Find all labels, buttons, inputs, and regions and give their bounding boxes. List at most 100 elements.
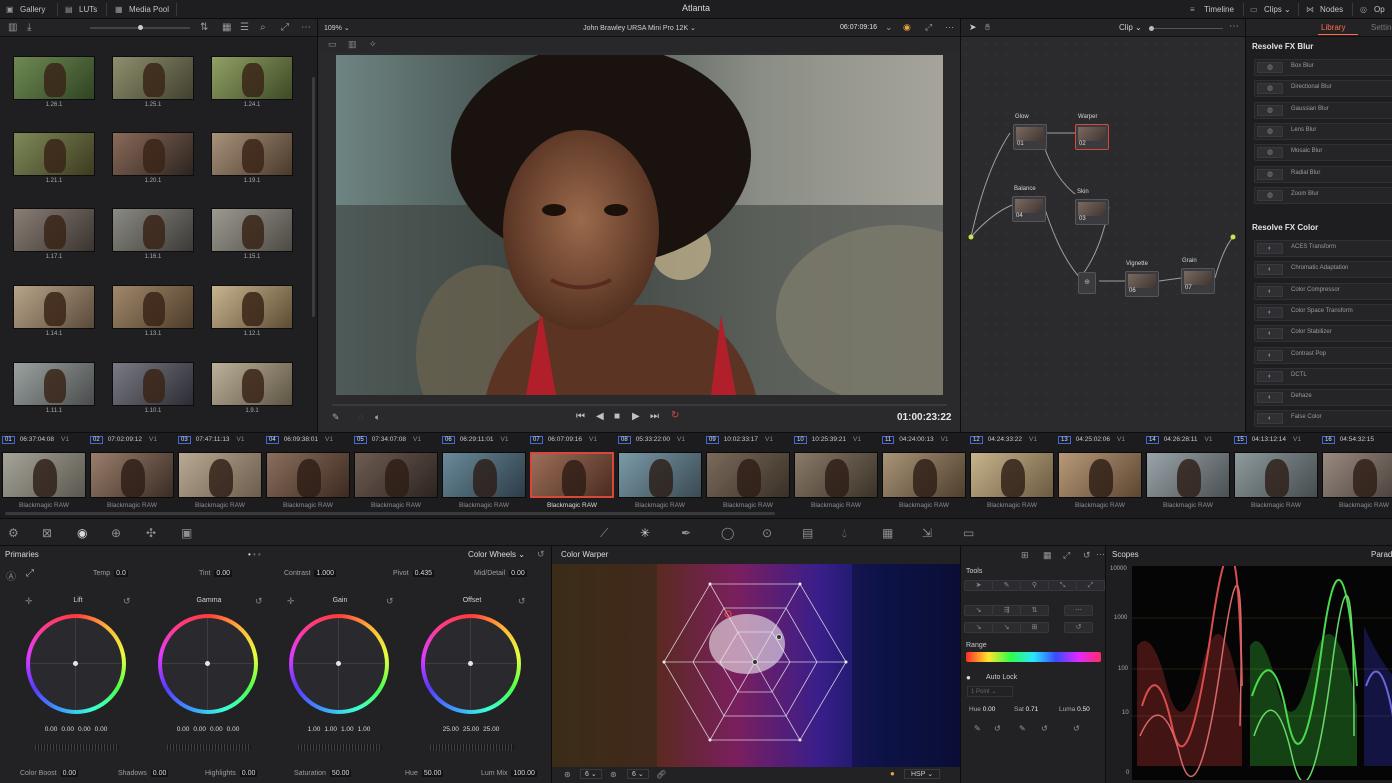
gain-values[interactable]: 1.00 1.00 1.00 1.00 [289, 726, 389, 733]
gallery-still[interactable] [211, 132, 293, 176]
tab-openfx[interactable]: ◎ Op [1360, 3, 1385, 16]
temp-control[interactable]: Temp 0.0 [93, 570, 128, 577]
loop-icon[interactable]: ◌ [358, 412, 363, 422]
gallery-still[interactable] [13, 208, 95, 252]
pencil-icon[interactable]: ✎ [974, 724, 981, 733]
tab-clips[interactable]: ▭ Clips ⌄ [1250, 3, 1291, 16]
more-options-icon[interactable]: ⋯ [1096, 549, 1105, 560]
grid-view-icon[interactable]: ▦ [222, 22, 231, 33]
middetail-control[interactable]: Mid/Detail 0.00 [474, 570, 527, 577]
fx-item[interactable]: ◍ Directional Blur [1254, 80, 1392, 98]
sort-icon[interactable]: ⇅ [200, 22, 208, 33]
gallery-still[interactable] [211, 362, 293, 406]
wheel-handle[interactable] [468, 661, 473, 666]
camera-raw-icon[interactable]: ⚙︎ [8, 526, 19, 540]
shadows-control[interactable]: Shadows 0.00 [118, 770, 169, 777]
wheel-handle[interactable] [73, 661, 78, 666]
album-icon[interactable]: ▥ [8, 22, 17, 33]
sizing-icon[interactable]: ⇲ [922, 526, 932, 540]
expand-icon[interactable]: ⤢ [281, 22, 289, 33]
scrubber[interactable] [332, 404, 947, 406]
gallery-still[interactable] [13, 285, 95, 329]
gamma-values[interactable]: 0.00 0.00 0.00 0.00 [158, 726, 258, 733]
reset-icon[interactable]: ↺ [1083, 550, 1091, 561]
parallel-mixer-node[interactable]: ⊕ [1078, 272, 1096, 294]
collapse-tool-button[interactable]: ⤢ [1076, 580, 1105, 591]
image-wipe-icon[interactable]: ▭ [328, 39, 337, 50]
node-glow[interactable]: 01 [1013, 124, 1047, 150]
grid-icon[interactable]: ⊞ [1021, 550, 1029, 561]
sat-grid-icon[interactable]: ⊛ [610, 770, 617, 779]
clip-thumbnail[interactable] [1058, 452, 1142, 498]
node-editor[interactable]: ➤ ✋︎ Clip ⌄ ⋯ Glow 01 Warper 02 Balance … [960, 19, 1246, 432]
color-warper-icon[interactable]: ✳ [640, 526, 650, 540]
clip-thumbnail[interactable] [354, 452, 438, 498]
clip-thumbnail[interactable] [178, 452, 262, 498]
sat-grid-select[interactable]: 6 ⌄ [627, 769, 649, 779]
primaries-mode-select[interactable]: Color Wheels ⌄ [468, 546, 525, 563]
wheel-handle[interactable] [205, 661, 210, 666]
warper-mode-select[interactable]: HSP ⌄ [904, 769, 941, 779]
gallery-still[interactable] [13, 362, 95, 406]
page-dots[interactable]: • • • [248, 550, 261, 559]
import-icon[interactable]: ⤓ [27, 22, 31, 33]
pencil-icon[interactable]: ✎ [332, 412, 340, 423]
stop-icon[interactable]: ■ [614, 411, 620, 422]
magic-mask-icon[interactable]: ▤ [802, 526, 813, 540]
gallery-scrollbar[interactable] [312, 77, 315, 317]
push-tool-button[interactable]: ↘ [992, 622, 1021, 633]
more-tool-button[interactable]: ⋯ [1064, 605, 1093, 616]
node-skin[interactable]: 03 [1075, 199, 1109, 225]
reset-lift-icon[interactable]: ↺ [123, 596, 131, 607]
fx-item[interactable]: ◐ False Color [1254, 410, 1392, 428]
clip-thumbnail[interactable] [970, 452, 1054, 498]
link-icon[interactable]: 🔗︎ [656, 770, 666, 779]
clip-thumbnail[interactable] [1322, 452, 1392, 498]
fx-item[interactable]: ◐ Dehaze [1254, 389, 1392, 407]
lum-mix-control[interactable]: Lum Mix 100.00 [481, 770, 537, 777]
hue-grid-icon[interactable]: ⊛ [564, 770, 571, 779]
loop-playback-icon[interactable]: ↻ [671, 410, 679, 421]
color-boost-control[interactable]: Color Boost 0.00 [20, 770, 79, 777]
more-options-icon[interactable]: ⋯ [945, 22, 954, 33]
clip-thumbnail[interactable] [530, 452, 614, 498]
undo-icon[interactable]: ↺ [1041, 724, 1048, 733]
luma-value-control[interactable]: Luma 0.50 [1059, 706, 1090, 713]
wheel-handle[interactable] [336, 661, 341, 666]
gain-master-jog[interactable] [298, 744, 382, 751]
thumb-size-slider[interactable] [90, 25, 190, 30]
more-options-icon[interactable]: ⋯ [301, 22, 311, 33]
clip-thumbnail[interactable] [90, 452, 174, 498]
hdr-icon[interactable]: ⊕ [111, 526, 121, 540]
warp-tool-button[interactable]: ↘ [964, 605, 993, 616]
reset-gamma-icon[interactable]: ↺ [255, 596, 263, 607]
blur-icon[interactable]: 💧︎ [842, 526, 847, 541]
viewer-image[interactable] [336, 55, 943, 395]
timeline-scrollbar[interactable] [5, 512, 775, 515]
key-icon[interactable]: ▦ [882, 526, 893, 540]
go-to-end-icon[interactable]: ⏭︎ [650, 411, 659, 422]
reset-gain-icon[interactable]: ↺ [386, 596, 394, 607]
sat-value-control[interactable]: Sat 0.71 [1014, 706, 1038, 713]
3d-icon[interactable]: ▭ [963, 526, 974, 540]
tracker-icon[interactable]: ⊙ [762, 526, 772, 540]
gallery-still[interactable] [13, 132, 95, 176]
gallery-still[interactable] [112, 132, 194, 176]
expand-icon[interactable]: ⤢ [1063, 550, 1070, 561]
gain-wheel[interactable] [289, 614, 389, 714]
clip-thumbnail[interactable] [618, 452, 702, 498]
gallery-still[interactable] [112, 285, 194, 329]
lift-master-jog[interactable] [35, 744, 119, 751]
fx-item[interactable]: ◍ Gaussian Blur [1254, 101, 1392, 119]
node-grain[interactable]: 07 [1181, 268, 1215, 294]
fx-item[interactable]: ◐ Color Space Transform [1254, 303, 1392, 321]
reset-icon[interactable]: ↺ [537, 549, 545, 560]
auto-balance-icon[interactable]: Ⓐ [6, 568, 16, 583]
gallery-still[interactable] [112, 208, 194, 252]
fx-item[interactable]: ◍ Box Blur [1254, 59, 1392, 76]
color-picker-icon[interactable]: ◉ [903, 22, 911, 33]
points-select[interactable]: 1 Point ⌄ [967, 686, 1013, 697]
clip-thumbnail[interactable] [1234, 452, 1318, 498]
tab-timeline[interactable]: ≡ Timeline [1190, 3, 1234, 16]
gallery-still[interactable] [211, 56, 293, 100]
